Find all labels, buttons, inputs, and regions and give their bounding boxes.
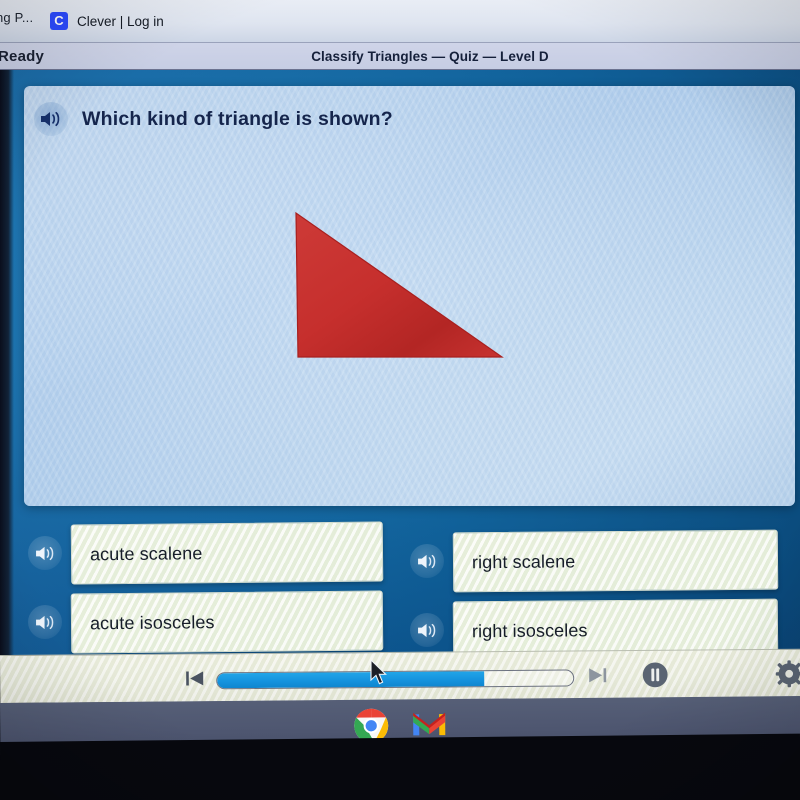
lesson-title: Classify Triangles — Quiz — Level D	[311, 49, 549, 64]
quiz-stage: Which kind of triangle is shown? acute s…	[0, 70, 800, 655]
answer-label: right scalene	[471, 550, 576, 572]
answer-speaker-button[interactable]	[28, 605, 62, 639]
screen-bezel-left	[0, 70, 14, 655]
skip-previous-button[interactable]	[184, 668, 206, 693]
question-card: Which kind of triangle is shown?	[24, 86, 795, 506]
app-title-bar: Ready Classify Triangles — Quiz — Level …	[0, 42, 800, 70]
clever-favicon: C	[50, 12, 68, 30]
answer-box[interactable]: right scalene	[452, 529, 779, 593]
answer-option-right-isosceles[interactable]: right isosceles	[410, 598, 779, 655]
answer-option-acute-scalene[interactable]: acute scalene	[28, 521, 384, 585]
skip-next-button[interactable]	[586, 665, 608, 690]
gear-icon	[775, 660, 800, 688]
answer-box[interactable]: acute isosceles	[70, 590, 384, 654]
screen-bezel-bottom-flat	[0, 760, 800, 800]
mouse-pointer-icon	[370, 658, 387, 685]
progress-bar-fill	[217, 671, 485, 689]
answer-label: right isosceles	[471, 619, 588, 641]
gmail-icon-glyph	[413, 712, 446, 736]
answer-box[interactable]: acute scalene	[70, 521, 384, 585]
player-control-bar	[0, 648, 800, 703]
triangle-figure	[295, 211, 504, 358]
browser-tab-title: Clever | Log in	[77, 13, 164, 29]
answer-box[interactable]: right isosceles	[452, 598, 779, 655]
photographed-screen: ng P... C Clever | Log in Ready Classify…	[0, 0, 800, 800]
pause-icon	[642, 662, 668, 688]
answer-option-right-scalene[interactable]: right scalene	[410, 529, 779, 593]
browser-tab-partial[interactable]: ng P...	[0, 10, 33, 25]
skip-next-icon	[589, 668, 607, 683]
browser-tab-clever[interactable]: C Clever | Log in	[50, 8, 164, 34]
speaker-icon	[35, 615, 53, 629]
answer-speaker-button[interactable]	[410, 613, 444, 647]
settings-button[interactable]	[775, 660, 800, 693]
speaker-icon	[35, 546, 53, 560]
progress-bar[interactable]	[216, 669, 575, 690]
speaker-icon	[417, 554, 435, 568]
answer-speaker-button[interactable]	[28, 536, 62, 570]
answer-options: acute scalene acute isosceles right scal…	[0, 518, 800, 655]
mouse-cursor	[370, 658, 388, 691]
right-triangle-shape	[295, 211, 504, 358]
speaker-icon	[417, 623, 435, 637]
browser-tab-bar: ng P... C Clever | Log in	[0, 0, 800, 42]
answer-option-acute-isosceles[interactable]: acute isosceles	[28, 590, 384, 654]
pause-button[interactable]	[641, 661, 669, 694]
answer-label: acute scalene	[89, 542, 203, 564]
answer-label: acute isosceles	[89, 611, 215, 633]
skip-previous-icon	[186, 671, 204, 686]
answer-speaker-button[interactable]	[410, 544, 444, 578]
